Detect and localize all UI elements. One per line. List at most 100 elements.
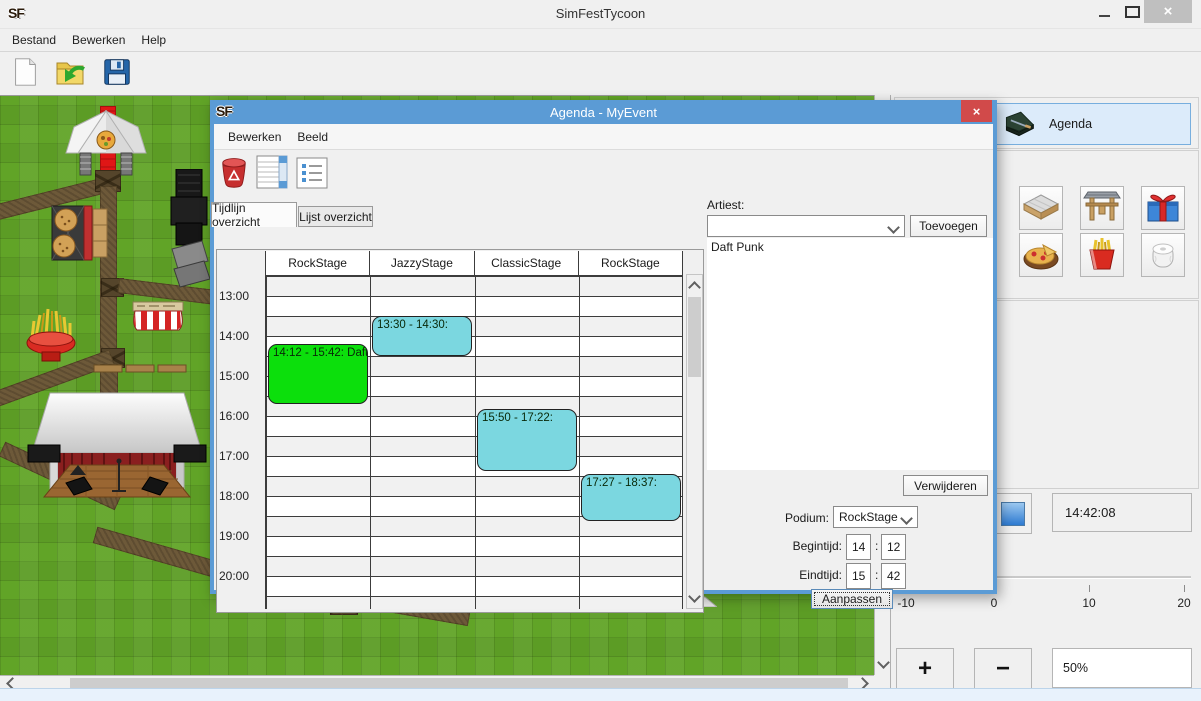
item-button-gift[interactable] — [1141, 186, 1185, 230]
window-title: SimFestTycoon — [0, 6, 1201, 21]
agenda-dialog: SF Agenda - MyEvent × BewerkenBeeld — [210, 100, 997, 594]
schedule-event[interactable]: 15:50 - 17:22: — [477, 409, 577, 470]
pizza-icon — [1021, 236, 1061, 275]
tent-icon — [64, 109, 148, 181]
slider-tick-label: 10 — [1072, 596, 1106, 610]
time-label: 20:00 — [219, 569, 249, 583]
zoom-level-display: 50% — [1052, 648, 1192, 688]
dialog-menubar: BewerkenBeeld — [214, 124, 993, 150]
main-toolbar — [0, 52, 1201, 95]
play-button[interactable] — [994, 493, 1032, 534]
time-label: 16:00 — [219, 409, 249, 423]
chevron-down-icon — [900, 512, 913, 525]
dialog-close-button[interactable]: × — [961, 100, 992, 122]
open-file-button[interactable] — [52, 55, 90, 93]
close-button[interactable]: × — [1144, 0, 1192, 23]
fries-icon — [1082, 236, 1122, 275]
time-label: 13:00 — [219, 289, 249, 303]
schedule-scrollbar[interactable] — [686, 274, 703, 609]
tab-tijdlijn-overzicht[interactable]: Tijdlijn overzicht — [211, 202, 297, 227]
begin-time-label: Begintijd: — [762, 539, 842, 553]
main-titlebar: SF SimFestTycoon × — [0, 0, 1201, 28]
save-file-button[interactable] — [98, 55, 136, 93]
podium-combobox[interactable]: RockStage — [833, 506, 918, 528]
item-button-pizza[interactable] — [1019, 233, 1063, 277]
agenda-button-label: Agenda — [1049, 117, 1092, 131]
schedule-event[interactable]: 17:27 - 18:37: — [581, 474, 681, 521]
menu-bewerken[interactable]: Bewerken — [64, 30, 133, 50]
scrollbar-thumb[interactable] — [688, 297, 701, 377]
item-button-gate[interactable] — [1080, 186, 1124, 230]
zoom-in-button[interactable]: + — [896, 648, 954, 690]
tab-lijst-overzicht[interactable]: Lijst overzicht — [298, 206, 373, 227]
schedule-event[interactable]: 13:30 - 14:30: — [372, 316, 472, 356]
list-view-icon — [296, 157, 328, 192]
dialog-titlebar[interactable]: SF Agenda - MyEvent × — [210, 100, 997, 124]
apply-button[interactable]: Aanpassen — [811, 589, 893, 609]
save-icon — [101, 55, 133, 92]
artist-combobox[interactable] — [707, 215, 905, 237]
add-artist-button[interactable]: Toevoegen — [910, 215, 987, 237]
time-label: 15:00 — [219, 369, 249, 383]
time-colon: : — [875, 539, 878, 553]
item-button-platform[interactable] — [1019, 186, 1063, 230]
delete-trash-icon — [220, 156, 248, 193]
grid-column-line — [266, 276, 267, 609]
schedule-grid[interactable]: 14:12 - 15:42: Daft Punk13:30 - 14:30: 15… — [266, 276, 683, 609]
menu-bestand[interactable]: Bestand — [4, 30, 64, 50]
time-label: 14:00 — [219, 329, 249, 343]
column-header-rockstage: RockStage — [579, 251, 683, 275]
schedule-event[interactable]: 14:12 - 15:42: Daft Punk — [268, 344, 368, 404]
play-icon — [1001, 502, 1025, 526]
menu-help[interactable]: Help — [133, 30, 174, 50]
new-file-button[interactable] — [6, 55, 44, 93]
artist-label: Artiest: — [707, 198, 744, 212]
scroll-down-icon[interactable] — [687, 588, 702, 608]
dialog-menu-beeld[interactable]: Beeld — [289, 127, 336, 147]
fries-stand-icon — [24, 307, 78, 367]
striped-stand-icon — [131, 300, 185, 338]
slider-tick-label: 20 — [1167, 596, 1201, 610]
time-label: 19:00 — [219, 529, 249, 543]
maximize-icon — [1125, 6, 1140, 18]
dialog-title: Agenda - MyEvent — [210, 105, 997, 120]
slider-tick-label: -10 — [889, 596, 923, 610]
speaker-rig-icon — [168, 169, 210, 289]
end-minute-field[interactable]: 42 — [881, 563, 906, 589]
app-window: SF SimFestTycoon × BestandBewerkenHelp — [0, 0, 1201, 701]
podium-label: Podium: — [747, 511, 829, 525]
time-label: 18:00 — [219, 489, 249, 503]
column-header-classicstage: ClassicStage — [475, 251, 579, 275]
chevron-down-icon — [887, 221, 900, 234]
slider-tick — [1184, 585, 1185, 592]
schedule-header: RockStageJazzyStageClassicStageRockStage — [266, 251, 683, 276]
item-button-fries[interactable] — [1080, 233, 1124, 277]
timeline-view-icon — [256, 154, 288, 193]
artist-list[interactable]: Daft Punk — [707, 238, 993, 470]
open-folder-icon — [53, 55, 89, 92]
remove-artist-button[interactable]: Verwijderen — [903, 475, 988, 496]
grid-column-line — [682, 276, 683, 609]
column-header-rockstage: RockStage — [266, 251, 370, 275]
begin-hour-field[interactable]: 14 — [846, 534, 871, 560]
time-colon: : — [875, 568, 878, 582]
artist-list-item[interactable]: Daft Punk — [707, 238, 993, 256]
item-button-toilet-paper[interactable] — [1141, 233, 1185, 277]
end-hour-field[interactable]: 15 — [846, 563, 871, 589]
planks-icon — [92, 208, 108, 258]
begin-minute-field[interactable]: 12 — [881, 534, 906, 560]
scroll-up-icon[interactable] — [687, 275, 702, 295]
zoom-out-button[interactable]: − — [974, 648, 1032, 690]
timeline-view-button[interactable] — [254, 154, 290, 192]
main-menubar: BestandBewerkenHelp — [0, 28, 1201, 52]
gate-icon — [1082, 189, 1122, 228]
end-time-label: Eindtijd: — [762, 568, 842, 582]
slider-tick-label: 0 — [977, 596, 1011, 610]
list-view-button[interactable] — [294, 155, 330, 193]
dialog-menu-bewerken[interactable]: Bewerken — [220, 127, 289, 147]
delete-event-button[interactable] — [216, 155, 252, 193]
podium-combo-value: RockStage — [839, 510, 898, 524]
new-file-icon — [9, 55, 41, 92]
planks-icon — [93, 363, 193, 373]
grid-column-line — [475, 276, 476, 609]
